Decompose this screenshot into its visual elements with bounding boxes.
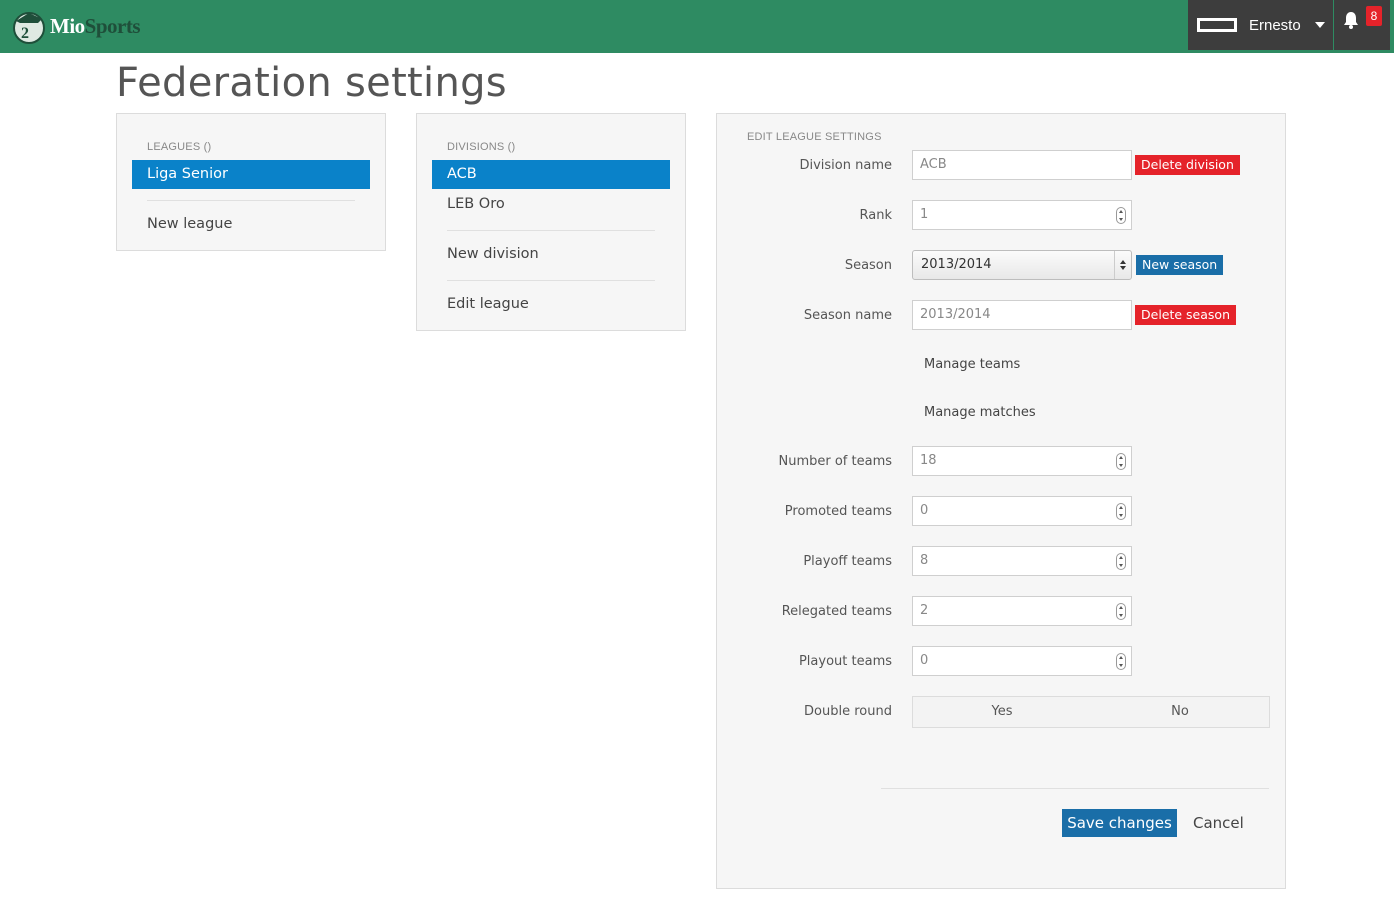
leagues-panel: LEAGUES () Liga Senior New league [116,113,386,251]
logo-icon: 2 [13,12,45,44]
svg-text:2: 2 [21,25,29,42]
notifications-button[interactable]: 8 [1334,0,1390,50]
leagues-label: LEAGUES () [147,141,212,153]
season-name-label: Season name [803,308,892,323]
save-changes-button[interactable]: Save changes [1062,809,1177,837]
promoted-teams-value: 0 [920,503,929,518]
edit-league-label: EDIT LEAGUE SETTINGS [747,131,882,143]
edit-league-link[interactable]: Edit league [432,290,670,319]
playoff-teams-input[interactable]: 8 [912,546,1132,576]
bell-icon [1344,12,1358,29]
promoted-teams-label: Promoted teams [784,504,892,519]
season-select[interactable]: 2013/2014 [912,250,1132,280]
manage-matches-link[interactable]: Manage matches [924,405,1036,420]
stepper-icon[interactable] [1116,603,1126,620]
season-label: Season [844,258,892,273]
rank-input[interactable]: 1 [912,200,1132,230]
number-of-teams-value: 18 [920,453,937,468]
logo-text: MioSports [50,13,141,38]
new-league-link[interactable]: New league [132,210,370,239]
stepper-icon[interactable] [1116,207,1126,224]
division-item-leb-oro[interactable]: LEB Oro [432,190,670,219]
relegated-teams-value: 2 [920,603,929,618]
double-round-yes[interactable]: Yes [913,697,1091,727]
number-of-teams-input[interactable]: 18 [912,446,1132,476]
stepper-icon[interactable] [1116,453,1126,470]
divider [147,200,355,201]
season-selected-value: 2013/2014 [921,257,992,272]
page-title: Federation settings [116,60,507,106]
stepper-icon[interactable] [1116,653,1126,670]
double-round-no[interactable]: No [1091,697,1269,727]
playout-teams-value: 0 [920,653,929,668]
manage-teams-link[interactable]: Manage teams [924,357,1020,372]
notification-badge: 8 [1366,6,1382,26]
user-name: Ernesto [1249,16,1301,34]
stepper-icon[interactable] [1116,503,1126,520]
league-item-liga-senior[interactable]: Liga Senior [132,160,370,189]
stepper-icon[interactable] [1116,553,1126,570]
division-name-input[interactable]: ACB [912,150,1132,180]
app-logo[interactable]: 2 MioSports [10,6,141,46]
relegated-teams-input[interactable]: 2 [912,596,1132,626]
select-arrows-icon [1114,251,1131,279]
division-item-acb[interactable]: ACB [432,160,670,189]
playout-teams-label: Playout teams [798,654,892,669]
delete-division-button[interactable]: Delete division [1135,155,1240,175]
double-round-label: Double round [804,704,892,719]
division-name-label: Division name [799,158,892,173]
rank-label: Rank [859,208,892,223]
relegated-teams-label: Relegated teams [781,604,892,619]
avatar [1197,18,1237,32]
cancel-button[interactable]: Cancel [1193,814,1244,832]
playoff-teams-label: Playoff teams [803,554,892,569]
playout-teams-input[interactable]: 0 [912,646,1132,676]
divisions-panel: DIVISIONS () ACB LEB Oro New division Ed… [416,113,686,331]
divider [447,230,655,231]
rank-value: 1 [920,207,929,222]
new-season-button[interactable]: New season [1136,255,1224,275]
divisions-label: DIVISIONS () [447,141,516,153]
new-division-link[interactable]: New division [432,240,670,269]
number-of-teams-label: Number of teams [778,454,892,469]
top-bar: 2 MioSports Ernesto 8 [0,0,1394,53]
double-round-toggle: Yes No [912,696,1270,728]
promoted-teams-input[interactable]: 0 [912,496,1132,526]
divider [447,280,655,281]
delete-season-button[interactable]: Delete season [1135,305,1236,325]
season-name-input[interactable]: 2013/2014 [912,300,1132,330]
chevron-down-icon [1314,22,1325,28]
divider [881,788,1269,789]
playoff-teams-value: 8 [920,553,929,568]
user-menu[interactable]: Ernesto [1188,0,1333,50]
